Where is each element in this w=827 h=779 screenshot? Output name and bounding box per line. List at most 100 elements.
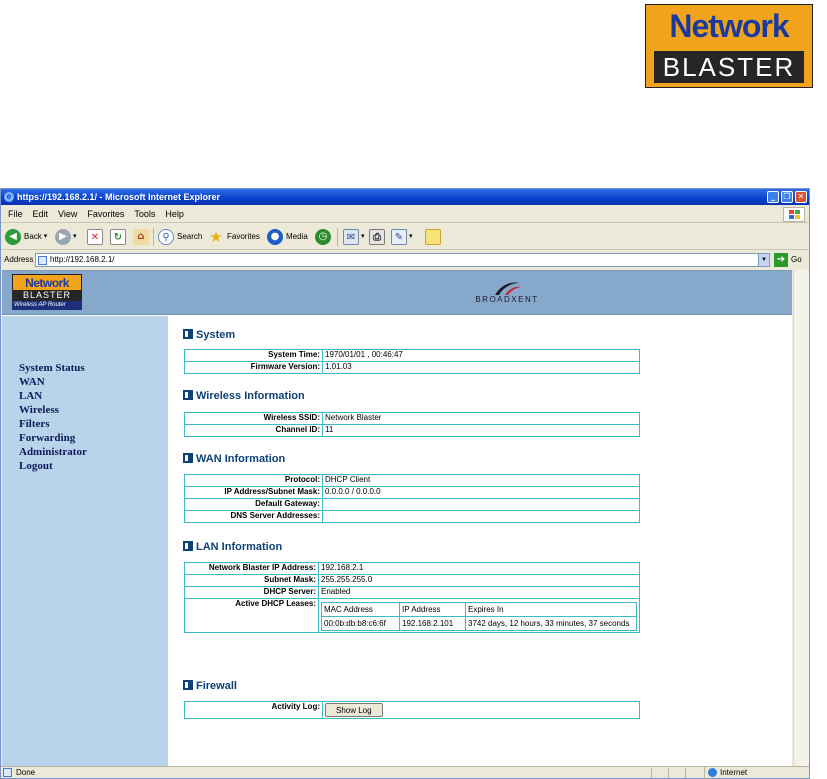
security-zone: Internet bbox=[704, 767, 809, 779]
table-row: DNS Server Addresses: bbox=[184, 510, 640, 523]
globe-icon bbox=[708, 768, 717, 777]
dhcp-server-label: DHCP Server: bbox=[184, 586, 319, 599]
mail-button[interactable]: ✉ ▾ bbox=[343, 228, 365, 246]
chevron-down-icon: ▾ bbox=[361, 233, 365, 240]
address-url: http://192.168.2.1/ bbox=[50, 255, 115, 264]
logo-band: BLASTER bbox=[654, 51, 804, 83]
table-row: Wireless SSID: Network Blaster bbox=[184, 412, 640, 425]
media-label: Media bbox=[286, 232, 308, 241]
channel-id-label: Channel ID: bbox=[184, 424, 323, 437]
section-icon bbox=[183, 453, 193, 463]
chevron-down-icon: ▾ bbox=[73, 233, 77, 240]
forward-button[interactable]: ▶ ▾ bbox=[55, 228, 77, 246]
table-row: Channel ID: 11 bbox=[184, 424, 640, 437]
toolbar-divider bbox=[337, 228, 338, 246]
print-button[interactable]: ⎙ bbox=[369, 228, 385, 246]
back-button[interactable]: ◀ Back ▾ bbox=[5, 228, 47, 246]
lan-heading: LAN Information bbox=[183, 540, 282, 554]
edit-button[interactable]: ✎ ▾ bbox=[391, 228, 413, 246]
system-table: System Time: 1970/01/01 , 00:46:47 Firmw… bbox=[184, 349, 640, 374]
wireless-table: Wireless SSID: Network Blaster Channel I… bbox=[184, 412, 640, 437]
status-content: System System Time: 1970/01/01 , 00:46:4… bbox=[168, 316, 792, 766]
status-bar: Done Internet bbox=[1, 766, 809, 779]
go-arrow-icon: ➔ bbox=[774, 253, 788, 267]
active-dhcp-leases-label: Active DHCP Leases: bbox=[184, 598, 319, 633]
restore-button[interactable]: ❐ bbox=[781, 191, 793, 203]
close-button[interactable]: ✕ bbox=[795, 191, 807, 203]
address-dropdown-button[interactable]: ▼ bbox=[758, 254, 769, 266]
router-logo-sub: Wireless AP Router bbox=[12, 301, 82, 310]
table-row: DHCP Server: Enabled bbox=[184, 586, 640, 599]
nav-lan[interactable]: LAN bbox=[19, 389, 87, 403]
default-gateway-label: Default Gateway: bbox=[184, 498, 323, 511]
media-button[interactable]: ● Media bbox=[267, 228, 308, 246]
nav-administrator[interactable]: Administrator bbox=[19, 445, 87, 459]
table-row: IP Address/Subnet Mask: 0.0.0.0 / 0.0.0.… bbox=[184, 486, 640, 499]
go-button[interactable]: ➔ Go bbox=[774, 253, 802, 267]
windows-flag-icon bbox=[783, 207, 805, 222]
table-row: Firmware Version: 1.01.03 bbox=[184, 361, 640, 374]
system-time-label: System Time: bbox=[184, 349, 323, 362]
vertical-scrollbar[interactable] bbox=[793, 270, 809, 766]
favorites-label: Favorites bbox=[227, 232, 260, 241]
back-arrow-icon: ◀ bbox=[5, 229, 21, 245]
nav-wireless[interactable]: Wireless bbox=[19, 403, 87, 417]
protocol-value: DHCP Client bbox=[322, 474, 640, 487]
home-button[interactable]: ⌂ bbox=[133, 228, 149, 246]
wireless-heading-text: Wireless Information bbox=[196, 390, 305, 402]
go-label: Go bbox=[791, 255, 802, 264]
menu-view[interactable]: View bbox=[53, 206, 82, 223]
firmware-version-label: Firmware Version: bbox=[184, 361, 323, 374]
refresh-button[interactable]: ↻ bbox=[110, 228, 126, 246]
lan-ip-value: 192.168.2.1 bbox=[318, 562, 640, 575]
menu-file[interactable]: File bbox=[1, 206, 28, 223]
chevron-down-icon: ▾ bbox=[43, 233, 48, 240]
table-row: System Time: 1970/01/01 , 00:46:47 bbox=[184, 349, 640, 362]
lease-header-mac: MAC Address bbox=[321, 602, 400, 617]
dns-servers-value bbox=[322, 510, 640, 523]
wireless-heading: Wireless Information bbox=[183, 389, 305, 403]
lan-heading-text: LAN Information bbox=[196, 541, 283, 553]
title-bar[interactable]: e https://192.168.2.1/ - Microsoft Inter… bbox=[1, 189, 809, 205]
forward-arrow-icon: ▶ bbox=[55, 229, 71, 245]
search-icon: ⚲ bbox=[158, 229, 174, 245]
left-nav: System Status WAN LAN Wireless Filters F… bbox=[2, 316, 168, 766]
section-icon bbox=[183, 390, 193, 400]
menu-tools[interactable]: Tools bbox=[129, 206, 160, 223]
lease-ip: 192.168.2.101 bbox=[399, 616, 466, 631]
minimize-button[interactable]: _ bbox=[767, 191, 779, 203]
toolbar-divider bbox=[153, 228, 154, 246]
table-row: Active DHCP Leases: MAC Address IP Addre… bbox=[184, 598, 640, 633]
messenger-button[interactable] bbox=[425, 228, 441, 246]
nav-filters[interactable]: Filters bbox=[19, 417, 87, 431]
nav-logout[interactable]: Logout bbox=[19, 459, 87, 473]
stop-button[interactable]: ✕ bbox=[87, 228, 103, 246]
show-log-button[interactable]: Show Log bbox=[325, 703, 383, 717]
menu-edit[interactable]: Edit bbox=[28, 206, 54, 223]
back-label: Back bbox=[24, 232, 42, 241]
system-heading-text: System bbox=[196, 329, 236, 341]
nav-wan[interactable]: WAN bbox=[19, 375, 87, 389]
dns-servers-label: DNS Server Addresses: bbox=[184, 510, 323, 523]
dhcp-leases-cell: MAC Address IP Address Expires In 00:0b:… bbox=[318, 598, 640, 633]
favorites-button[interactable]: ★ Favorites bbox=[208, 228, 260, 246]
menu-favorites[interactable]: Favorites bbox=[82, 206, 129, 223]
lease-header-ip: IP Address bbox=[399, 602, 466, 617]
nav-forwarding[interactable]: Forwarding bbox=[19, 431, 87, 445]
broadxent-logo: BROADXENT bbox=[457, 279, 557, 309]
history-button[interactable]: ◷ bbox=[315, 228, 331, 246]
activity-log-cell: Show Log bbox=[322, 701, 640, 719]
status-pane bbox=[685, 768, 699, 778]
search-button[interactable]: ⚲ Search bbox=[158, 228, 202, 246]
page-icon bbox=[38, 256, 47, 265]
address-input[interactable]: http://192.168.2.1/ ▼ bbox=[35, 253, 770, 267]
channel-id-value: 11 bbox=[322, 424, 640, 437]
router-logo-top: Network bbox=[12, 274, 82, 290]
note-icon bbox=[425, 228, 441, 245]
activity-log-label: Activity Log: bbox=[184, 701, 323, 719]
menu-help[interactable]: Help bbox=[160, 206, 189, 223]
default-gateway-value bbox=[322, 498, 640, 511]
nav-system-status[interactable]: System Status bbox=[19, 361, 87, 375]
edit-icon: ✎ bbox=[391, 229, 407, 245]
lan-table: Network Blaster IP Address: 192.168.2.1 … bbox=[184, 562, 640, 633]
